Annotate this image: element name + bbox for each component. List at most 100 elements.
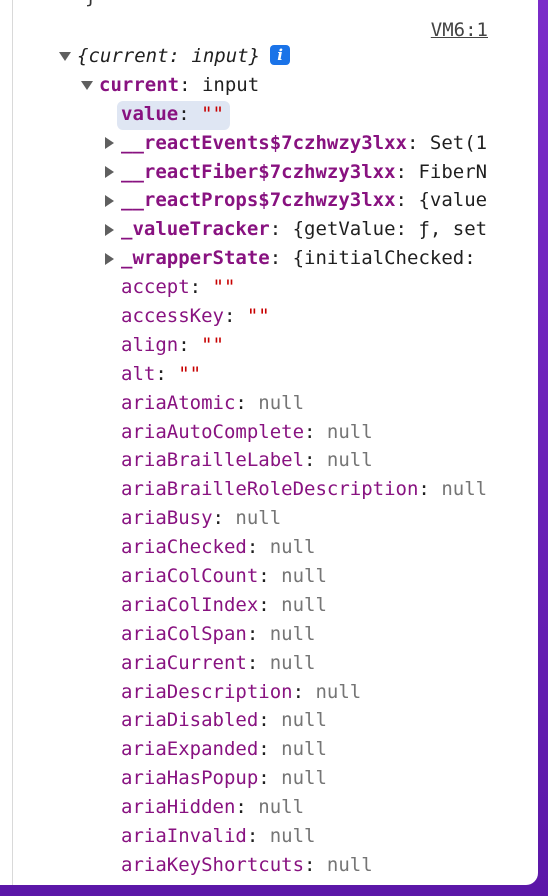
property-value: null [269, 651, 316, 674]
property-value: null [326, 853, 373, 876]
property-value: null [258, 796, 305, 819]
property-value: "" [201, 333, 224, 356]
expanded-triangle-icon[interactable] [58, 42, 72, 71]
property-value: null [281, 709, 327, 732]
tree-property-row[interactable]: ariaHidden: null [0, 793, 500, 822]
property-key: ariaDescription [121, 680, 293, 703]
tree-property-row[interactable]: ariaColIndex: null [0, 591, 500, 620]
plain-props: accept: "" accessKey: "" align: "" alt: "" a… [0, 273, 538, 885]
property-key: ariaKeyShortcuts [121, 853, 305, 876]
collapsed-triangle-icon[interactable] [102, 244, 116, 273]
property-key: value [121, 102, 179, 125]
property-key: ariaBrailleRoleDescription [121, 478, 419, 501]
tree-property-row[interactable]: ariaKeyShortcuts: null [0, 851, 500, 880]
property-key: alt [121, 362, 156, 385]
tree-property-row[interactable]: ariaColSpan: null [0, 620, 500, 649]
object-tree: {current: input} i current: input value: … [0, 42, 538, 885]
tree-property-row[interactable]: align: "" [0, 331, 500, 360]
info-icon[interactable]: i [270, 44, 291, 65]
property-key: accessKey [121, 305, 224, 328]
property-value: "" [178, 362, 202, 385]
tree-property-row[interactable]: accessKey: "" [0, 302, 500, 331]
property-key: ariaInvalid [121, 825, 247, 848]
property-value: "" [201, 102, 224, 125]
property-key: ariaChecked [121, 536, 247, 559]
tree-expandable-row[interactable]: __reactEvents$7czhwzy3lxx: Set(1 [0, 129, 500, 158]
tree-current-row[interactable]: current: input [0, 71, 500, 100]
property-value: null [269, 825, 316, 848]
tree-property-row[interactable]: ariaCurrent: null [0, 649, 500, 678]
property-value: null [247, 883, 293, 885]
expanded-triangle-icon[interactable] [80, 71, 94, 100]
root-object-preview[interactable]: {current: input} i [77, 42, 291, 71]
property-key: ariaDisabled [121, 709, 259, 732]
property-key: ariaAutoComplete [121, 420, 305, 443]
property-key: __reactProps$7czhwzy3lxx [121, 189, 396, 212]
tree-expandable-row[interactable]: _wrapperState: {initialChecked: [0, 244, 500, 273]
tree-property-row[interactable]: ariaAutoComplete: null [0, 418, 500, 447]
property-key: __reactFiber$7czhwzy3lxx [121, 160, 396, 183]
tree-selected-row[interactable]: value: "" [0, 100, 500, 130]
property-value-preview: {getValue: ƒ, set [292, 218, 488, 241]
tree-expandable-row[interactable]: __reactFiber$7czhwzy3lxx: FiberN [0, 158, 500, 187]
devtools-console-panel: } VM6:1 {current: input}i current: input [0, 0, 538, 885]
property-key: _valueTracker [121, 218, 270, 241]
tree-property-row[interactable]: ariaInvalid: null [0, 822, 500, 851]
property-value: null [281, 565, 327, 588]
property-key: ariaAtomic [121, 391, 236, 414]
property-value: null [441, 478, 488, 501]
property-key: ariaBrailleLabel [121, 449, 305, 472]
tree-expandable-row[interactable]: _valueTracker: {getValue: ƒ, set [0, 215, 500, 244]
collapsed-triangle-icon[interactable] [102, 129, 116, 158]
property-value-preview: {value [418, 189, 488, 212]
tree-property-row[interactable]: alt: "" [0, 360, 500, 389]
tree-expandable-row[interactable]: __reactProps$7czhwzy3lxx: {value [0, 186, 500, 215]
property-key: align [121, 333, 179, 356]
collapsed-triangle-icon[interactable] [102, 215, 116, 244]
tree-property-row[interactable]: ariaDescription: null [0, 678, 500, 707]
collapsed-triangle-icon[interactable] [102, 186, 116, 215]
property-value-preview: {initialChecked: [292, 247, 476, 270]
property-value-preview: FiberN [418, 160, 488, 183]
property-key: accept [121, 276, 190, 299]
property-key: ariaExpanded [121, 738, 259, 761]
property-key: ariaCurrent [121, 651, 247, 674]
property-key: ariaColIndex [121, 593, 259, 616]
internal-props: __reactEvents$7czhwzy3lxx: Set(1 __reactF… [0, 129, 538, 273]
property-key: ariaHidden [121, 796, 236, 819]
desktop-background: } VM6:1 {current: input}i current: input [0, 0, 548, 896]
property-value-preview: Set(1 [429, 131, 488, 154]
property-key: current [99, 73, 180, 96]
tree-root-row[interactable]: {current: input} i [0, 42, 500, 71]
tree-property-row[interactable]: ariaAtomic: null [0, 389, 500, 418]
property-key: __reactEvents$7czhwzy3lxx [121, 131, 407, 154]
tree-property-row[interactable]: ariaColCount: null [0, 562, 500, 591]
root-preview-value: input [191, 45, 249, 67]
tree-property-row[interactable]: ariaHasPopup: null [0, 764, 500, 793]
property-key: _wrapperState [121, 247, 270, 270]
clipped-previous-output: } [85, 0, 96, 8]
tree-property-row[interactable]: ariaDisabled: null [0, 706, 500, 735]
property-key: ariaColCount [121, 565, 259, 588]
property-value: null [281, 738, 327, 761]
tree-property-row[interactable]: ariaBusy: null [0, 504, 500, 533]
tree-property-row[interactable]: ariaLabel: null [0, 880, 500, 885]
property-value: null [281, 767, 327, 790]
property-value: "" [212, 276, 236, 299]
property-value: null [326, 449, 373, 472]
tree-property-row[interactable]: ariaChecked: null [0, 533, 500, 562]
tree-property-row[interactable]: accept: "" [0, 273, 500, 302]
root-preview-key: current [88, 45, 169, 67]
property-value: null [326, 420, 373, 443]
property-value: input [201, 73, 260, 96]
property-value: null [269, 622, 316, 645]
source-location-link[interactable]: VM6:1 [431, 19, 488, 41]
property-value: null [258, 391, 305, 414]
collapsed-triangle-icon[interactable] [102, 158, 116, 187]
property-value: null [315, 680, 362, 703]
tree-property-row[interactable]: ariaExpanded: null [0, 735, 500, 764]
tree-property-row[interactable]: ariaBrailleLabel: null [0, 446, 500, 475]
tree-property-row[interactable]: ariaBrailleRoleDescription: null [0, 475, 500, 504]
property-value: null [269, 536, 316, 559]
property-value: "" [246, 305, 270, 328]
